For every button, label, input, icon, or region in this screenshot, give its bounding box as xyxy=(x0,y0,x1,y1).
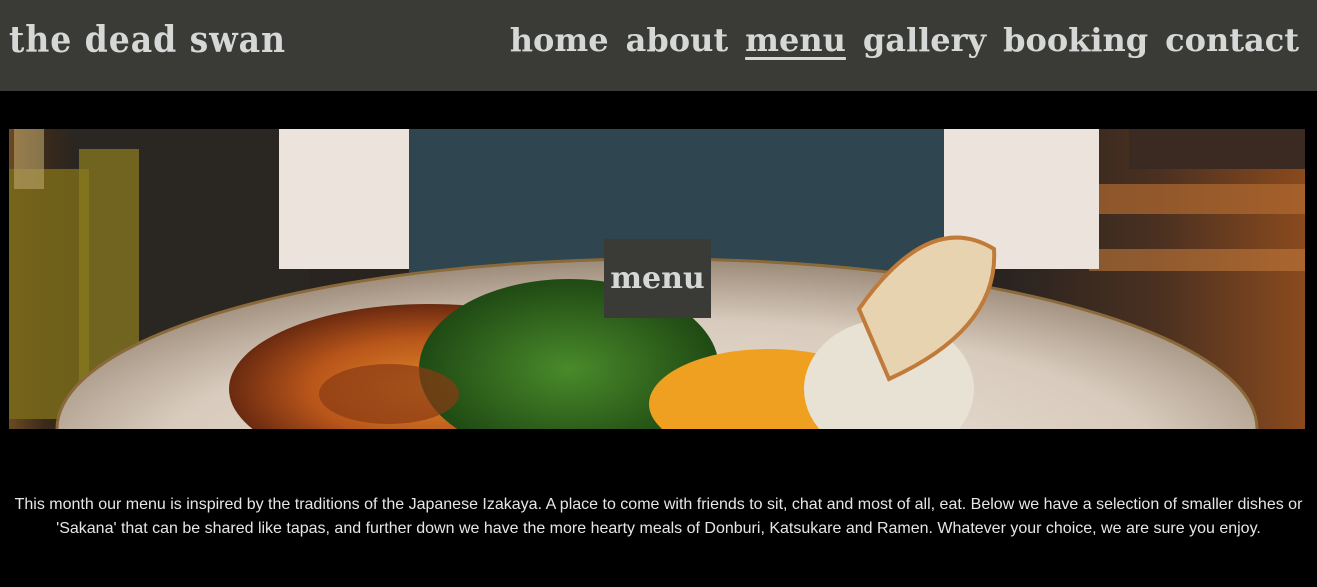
site-header: the dead swan home about menu gallery bo… xyxy=(0,0,1317,91)
nav-item-home[interactable]: home xyxy=(510,14,609,66)
main-nav: home about menu gallery booking contact xyxy=(510,14,1299,66)
hero-banner: menu xyxy=(9,129,1305,429)
nav-item-menu[interactable]: menu xyxy=(745,14,846,66)
hero-title: menu xyxy=(604,239,711,318)
nav-item-about[interactable]: about xyxy=(626,14,729,66)
nav-item-booking[interactable]: booking xyxy=(1003,14,1148,66)
menu-intro-text: This month our menu is inspired by the t… xyxy=(14,496,1303,537)
nav-item-contact[interactable]: contact xyxy=(1165,14,1299,66)
nav-item-gallery[interactable]: gallery xyxy=(863,14,986,66)
site-logo[interactable]: the dead swan xyxy=(9,14,286,66)
